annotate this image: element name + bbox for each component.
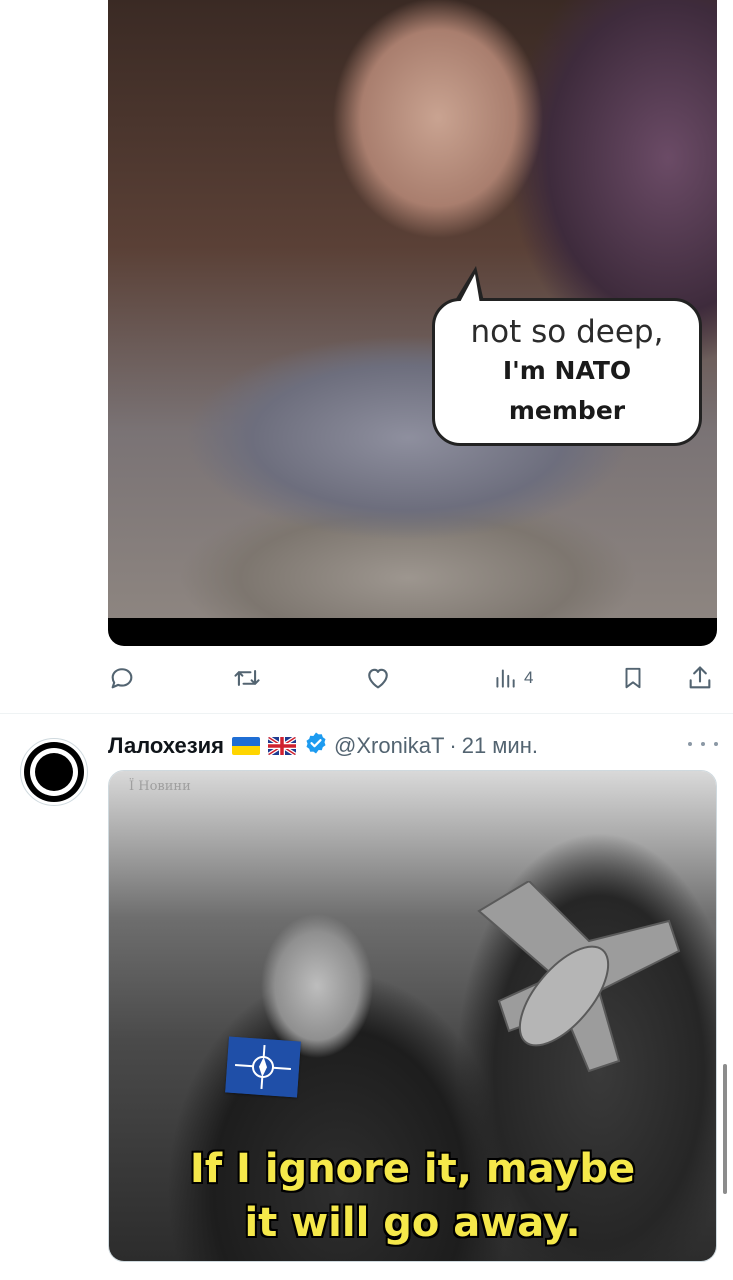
retweet-icon	[234, 670, 260, 686]
uk-flag-icon	[268, 737, 297, 755]
tweet-divider	[0, 713, 733, 714]
bookmark-icon	[625, 667, 641, 689]
image-watermark: Ї Новини	[129, 779, 191, 794]
timeline: not so deep, I'm NATO member 4 Лалохезия…	[0, 0, 733, 1280]
share-icon	[689, 666, 711, 689]
reply-button[interactable]	[108, 662, 136, 694]
author-handle[interactable]: @XronikaT	[334, 733, 444, 759]
avatar[interactable]	[20, 738, 88, 806]
more-options-icon[interactable]	[688, 734, 718, 754]
bookmark-button[interactable]	[620, 662, 646, 694]
heart-icon	[368, 668, 388, 689]
more-dot	[714, 742, 718, 746]
tweet-action-bar: 4	[0, 656, 733, 700]
tweet-media-image[interactable]: Ї Новини If I ignore it, maybe it will g…	[108, 770, 717, 1262]
views-count: 4	[524, 668, 534, 687]
header-separator: ·	[449, 733, 457, 758]
meme-caption-line-2: it will go away.	[244, 1200, 581, 1246]
scrollbar[interactable]	[723, 1064, 727, 1194]
more-dot	[701, 742, 705, 746]
speech-bubble: not so deep, I'm NATO member	[432, 298, 702, 446]
verified-badge-icon	[304, 731, 328, 761]
speech-bubble-line-3: member	[508, 396, 626, 425]
ukraine-flag-icon	[232, 737, 261, 755]
speech-bubble-line-1: not so deep,	[470, 314, 664, 350]
speech-bubble-tail-fill	[459, 274, 480, 304]
views-button[interactable]: 4	[492, 662, 533, 694]
share-button[interactable]	[686, 662, 714, 694]
like-button[interactable]	[364, 662, 392, 694]
reply-icon	[111, 668, 133, 689]
avatar-inner	[30, 748, 78, 796]
meme-caption-line-1: If I ignore it, maybe	[189, 1146, 636, 1192]
tweet-header: Лалохезия @XronikaT · 21 мин.	[108, 730, 538, 762]
tweet-media-image[interactable]: not so deep, I'm NATO member	[108, 0, 717, 646]
speech-bubble-line-2: I'm NATO	[502, 356, 632, 385]
drone-icon	[477, 881, 681, 1073]
nato-flag-icon	[225, 1036, 301, 1098]
views-chart-icon	[496, 669, 515, 688]
tweet-timestamp[interactable]: 21 мин.	[462, 733, 538, 759]
more-dot	[688, 742, 692, 746]
retweet-button[interactable]	[232, 662, 262, 694]
avatar-ring	[24, 742, 84, 802]
author-name[interactable]: Лалохезия	[108, 733, 224, 759]
avatar-dot	[35, 753, 73, 791]
